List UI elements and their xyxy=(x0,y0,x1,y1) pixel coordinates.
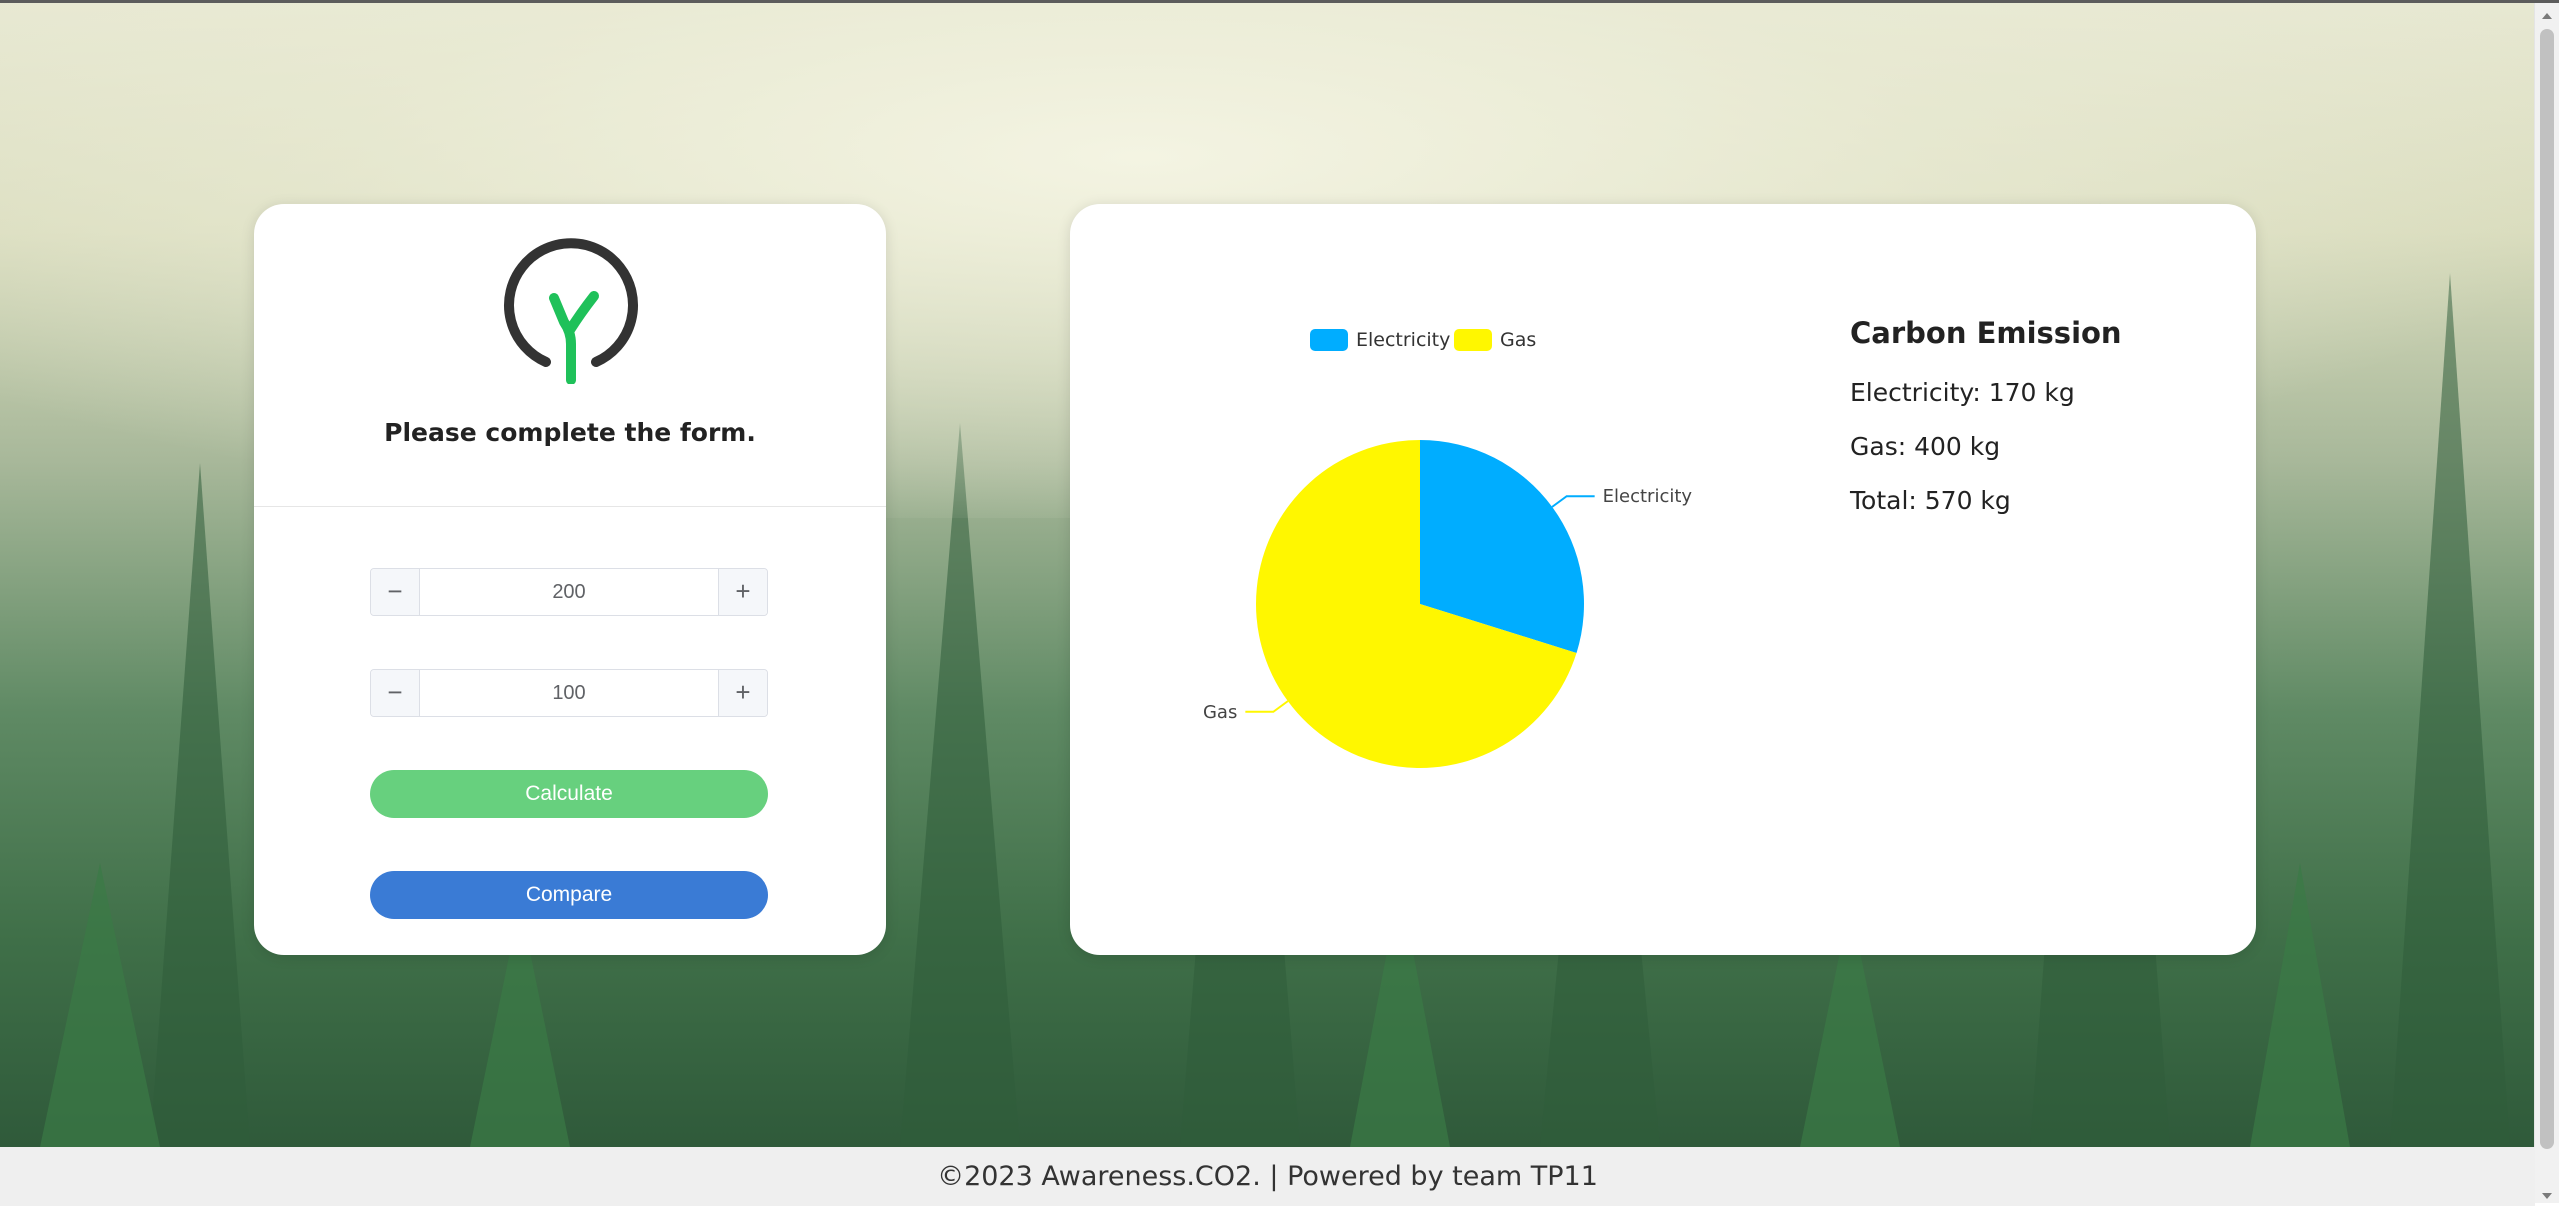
summary-gas: Gas: 400 kg xyxy=(1850,432,2001,461)
form-title: Please complete the form. xyxy=(384,418,756,447)
compare-button[interactable]: Compare xyxy=(370,871,768,919)
calculate-button[interactable]: Calculate xyxy=(370,770,768,818)
pie-leader-electricity xyxy=(1551,495,1595,508)
emission-pie-chart: Electricity Gas xyxy=(1203,440,1693,768)
electricity-decrement-button[interactable]: − xyxy=(371,569,420,615)
summary-total: Total: 570 kg xyxy=(1850,486,2011,515)
legend-label-gas: Gas xyxy=(1500,329,1537,351)
summary-title: Carbon Emission xyxy=(1850,316,2122,350)
legend-swatch-electricity xyxy=(1310,329,1348,351)
footer: ©2023 Awareness.CO2. | Powered by team T… xyxy=(0,1147,2535,1206)
summary-electricity: Electricity: 170 kg xyxy=(1850,378,2075,407)
electricity-increment-button[interactable]: + xyxy=(718,569,767,615)
gas-decrement-button[interactable]: − xyxy=(371,670,420,716)
result-card: Electricity Gas Electricity Gas Carbon Em… xyxy=(1070,204,2256,955)
tree-logo-icon xyxy=(504,238,638,384)
scrollbar-thumb[interactable] xyxy=(2540,29,2554,1149)
legend-swatch-gas xyxy=(1454,329,1492,351)
gas-input[interactable] xyxy=(420,670,718,716)
scroll-down-icon[interactable] xyxy=(2542,1193,2552,1199)
pie-label-gas: Gas xyxy=(1203,702,1237,723)
divider xyxy=(254,506,886,507)
gas-stepper: − + xyxy=(370,669,768,717)
pie-leader-gas xyxy=(1245,700,1289,713)
legend-label-electricity: Electricity xyxy=(1356,329,1451,351)
gas-increment-button[interactable]: + xyxy=(718,670,767,716)
pie-label-electricity: Electricity xyxy=(1603,486,1693,507)
form-card: Please complete the form. − + − + Calcul… xyxy=(254,204,886,955)
vertical-scrollbar[interactable] xyxy=(2534,3,2559,1203)
electricity-stepper: − + xyxy=(370,568,768,616)
scroll-up-icon[interactable] xyxy=(2542,13,2552,19)
electricity-input[interactable] xyxy=(420,569,718,615)
